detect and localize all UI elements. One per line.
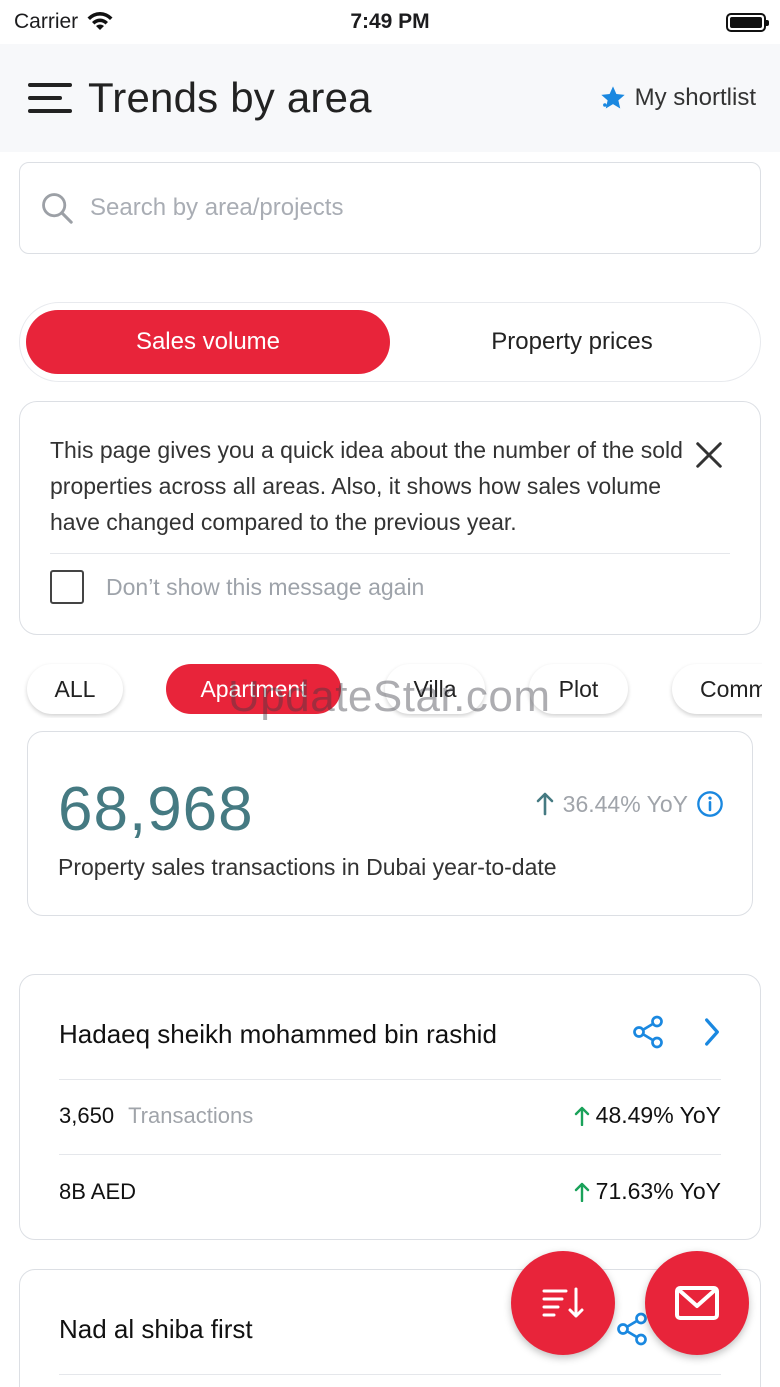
dont-show-checkbox[interactable] — [50, 570, 84, 604]
arrow-up-icon — [574, 1106, 589, 1126]
transactions-label: Transactions — [128, 1102, 254, 1128]
value-yoy-value: 71.63% YoY — [595, 1178, 721, 1204]
info-banner: This page gives you a quick idea about t… — [19, 401, 761, 635]
card-divider — [59, 1154, 721, 1155]
transactions-yoy-value: 48.49% YoY — [595, 1102, 721, 1128]
page-title: Trends by area — [88, 74, 372, 121]
area-card-actions — [630, 1013, 722, 1051]
status-left: Carrier — [14, 10, 114, 34]
filter-chip-apartment[interactable]: Apartment — [166, 664, 341, 714]
info-icon[interactable] — [696, 790, 724, 818]
sales-summary-card: 68,968 36.44% YoY Property sales transac… — [27, 731, 753, 916]
dont-show-row[interactable]: Don’t show this message again — [50, 570, 424, 604]
status-bar: Carrier 7:49 PM — [0, 0, 780, 44]
transactions-row: 3,650 Transactions 48.49% YoY — [59, 1102, 721, 1129]
filter-chip-villa[interactable]: Villa — [385, 664, 485, 714]
transactions-yoy: 48.49% YoY — [574, 1102, 721, 1129]
shortlist-label: My shortlist — [634, 84, 756, 111]
search-icon — [42, 193, 73, 224]
total-transactions-value: 68,968 — [58, 775, 254, 844]
battery-icon — [726, 12, 769, 32]
summary-caption: Property sales transactions in Dubai yea… — [58, 854, 557, 880]
search-bar[interactable] — [19, 162, 761, 254]
mail-icon — [675, 1286, 719, 1320]
tab-property-prices[interactable]: Property prices — [390, 310, 754, 374]
transactions-group: 3,650 Transactions — [59, 1103, 253, 1129]
area-name: Nad al shiba first — [59, 1314, 253, 1344]
card-divider — [59, 1079, 721, 1080]
wifi-icon — [87, 12, 113, 30]
arrow-up-icon — [574, 1182, 589, 1202]
chevron-right-icon[interactable] — [702, 1016, 722, 1048]
star-icon — [600, 86, 625, 109]
close-icon[interactable] — [694, 440, 724, 470]
value-row: 8B AED 71.63% YoY — [59, 1178, 721, 1205]
area-name: Hadaeq sheikh mohammed bin rashid — [59, 1019, 497, 1049]
transactions-count: 3,650 — [59, 1102, 115, 1128]
filter-chip-all[interactable]: ALL — [27, 664, 123, 714]
share-icon[interactable] — [630, 1013, 666, 1051]
area-card[interactable]: Hadaeq sheikh mohammed bin rashid 3,650 T… — [19, 974, 761, 1240]
view-toggle: Sales volume Property prices — [19, 302, 761, 382]
search-input[interactable] — [90, 194, 690, 222]
tab-sales-volume[interactable]: Sales volume — [26, 310, 390, 374]
app-bar: Trends by area My shortlist — [0, 44, 780, 152]
value-yoy: 71.63% YoY — [574, 1178, 721, 1205]
property-type-filters: ALL Apartment Villa Plot Comm — [0, 662, 762, 718]
arrow-up-icon — [536, 792, 553, 816]
info-divider — [50, 553, 730, 554]
summary-yoy-value: 36.44% YoY — [562, 790, 688, 817]
filter-chip-plot[interactable]: Plot — [529, 664, 628, 714]
sort-icon — [542, 1287, 584, 1318]
sales-value: 8B AED — [59, 1178, 137, 1204]
mail-button[interactable] — [645, 1251, 749, 1355]
menu-icon[interactable] — [28, 83, 72, 113]
sort-button[interactable] — [511, 1251, 615, 1355]
card-divider — [59, 1374, 721, 1375]
dont-show-label: Don’t show this message again — [106, 573, 425, 600]
shortlist-button[interactable]: My shortlist — [599, 84, 756, 112]
status-time: 7:49 PM — [350, 10, 430, 33]
info-text: This page gives you a quick idea about t… — [50, 437, 683, 535]
summary-yoy: 36.44% YoY — [535, 790, 724, 818]
filter-chip-commercial[interactable]: Comm — [672, 664, 762, 714]
share-icon[interactable] — [614, 1310, 650, 1348]
carrier-label: Carrier — [14, 10, 79, 33]
